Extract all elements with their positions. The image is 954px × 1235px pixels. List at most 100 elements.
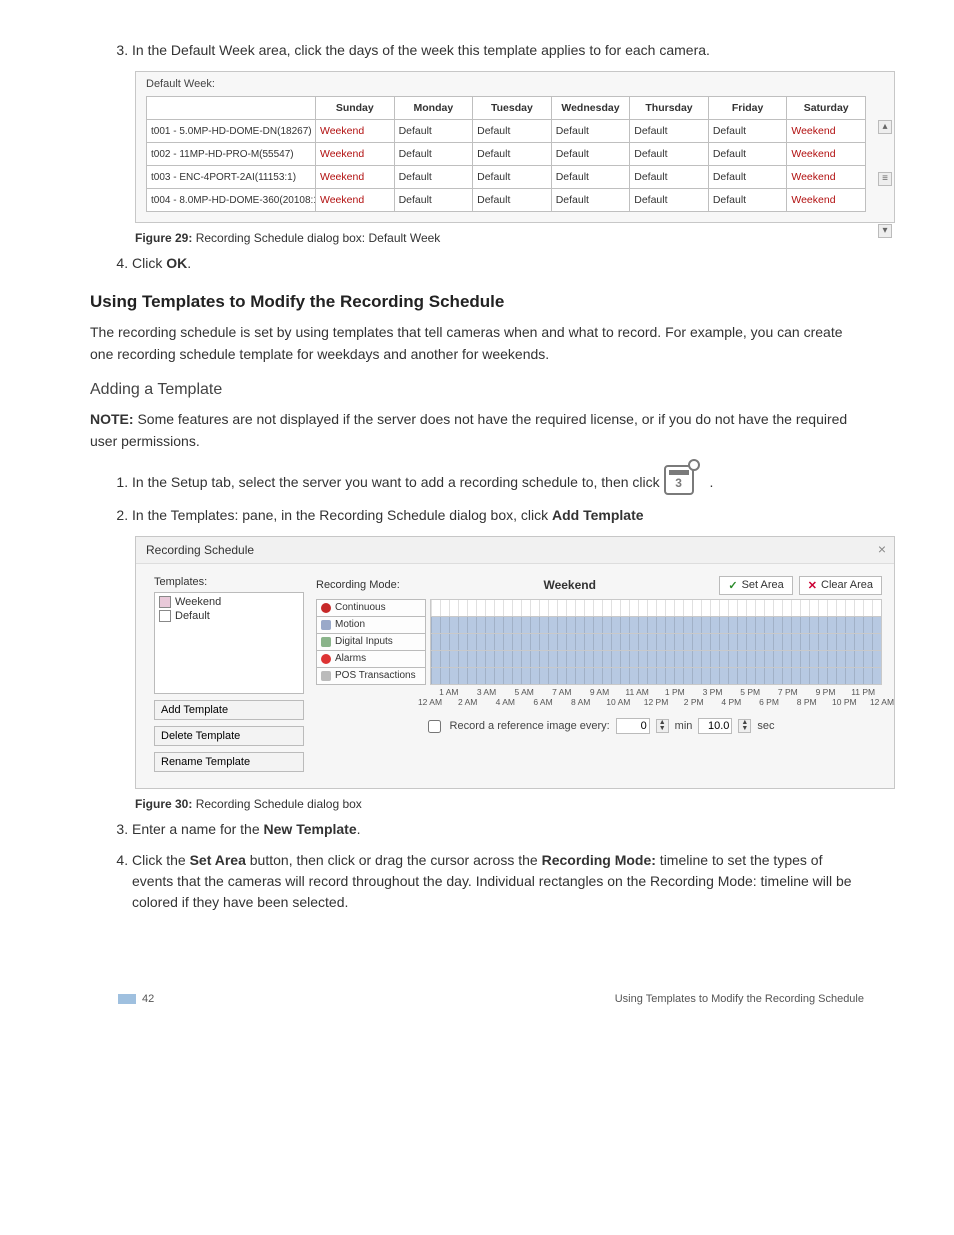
min-spinner[interactable]: ▲▼ (656, 719, 669, 733)
timeline-row[interactable] (430, 617, 882, 634)
camera-col-header (147, 97, 316, 120)
schedule-cell[interactable]: Default (708, 166, 787, 189)
delete-template-button[interactable]: Delete Template (154, 726, 304, 746)
day-header: Wednesday (551, 97, 630, 120)
timeline[interactable]: 1 AM3 AM5 AM7 AM9 AM11 AM1 PM3 PM5 PM7 P… (430, 599, 882, 709)
axis-tick: 9 PM (816, 687, 836, 697)
step-3: In the Default Week area, click the days… (132, 40, 864, 61)
schedule-cell[interactable]: Weekend (316, 143, 395, 166)
footer-accent-icon (118, 994, 136, 1004)
schedule-cell[interactable]: Default (630, 120, 709, 143)
step-c1: In the Setup tab, select the server you … (132, 465, 864, 495)
scroll-thumb-icon[interactable]: ≡ (878, 172, 892, 186)
day-header: Monday (394, 97, 473, 120)
scroll-down-icon[interactable]: ▾ (878, 224, 892, 238)
axis-tick: 11 PM (851, 687, 875, 697)
day-header: Thursday (630, 97, 709, 120)
step-d3: Enter a name for the New Template. (132, 819, 864, 840)
steps-d: Enter a name for the New Template. Click… (90, 819, 864, 913)
timeline-row[interactable] (430, 651, 882, 668)
schedule-cell[interactable]: Weekend (787, 189, 866, 212)
step-c2: In the Templates: pane, in the Recording… (132, 505, 864, 526)
ref-sec-input[interactable] (698, 718, 732, 734)
schedule-cell[interactable]: Default (551, 189, 630, 212)
set-area-button[interactable]: ✓Set Area (719, 576, 792, 595)
mode-label-motion: Motion (316, 617, 426, 634)
schedule-cell[interactable]: Weekend (316, 120, 395, 143)
axis-tick: 12 AM (870, 697, 894, 707)
schedule-cell[interactable]: Default (551, 120, 630, 143)
axis-tick: 3 PM (703, 687, 723, 697)
rename-template-button[interactable]: Rename Template (154, 752, 304, 772)
clear-area-button[interactable]: ✕Clear Area (799, 576, 882, 595)
reference-image-checkbox[interactable] (428, 720, 441, 733)
templates-list[interactable]: WeekendDefault (154, 592, 304, 694)
schedule-cell[interactable]: Default (394, 166, 473, 189)
axis-tick: 7 AM (552, 687, 571, 697)
templates-label: Templates: (154, 576, 304, 588)
schedule-cell[interactable]: Default (551, 166, 630, 189)
note-paragraph: NOTE: Some features are not displayed if… (90, 409, 864, 452)
template-swatch-icon (159, 610, 171, 622)
mode-label-digital-inputs: Digital Inputs (316, 634, 426, 651)
footer-section-title: Using Templates to Modify the Recording … (615, 993, 864, 1005)
add-template-button[interactable]: Add Template (154, 700, 304, 720)
default-week-title: Default Week: (146, 78, 884, 90)
camera-name-cell: t001 - 5.0MP-HD-DOME-DN(18267) (147, 120, 316, 143)
scroll-up-icon[interactable]: ▴ (878, 120, 892, 134)
schedule-cell[interactable]: Weekend (316, 166, 395, 189)
sec-spinner[interactable]: ▲▼ (738, 719, 751, 733)
schedule-cell[interactable]: Default (394, 143, 473, 166)
axis-tick: 12 PM (644, 697, 669, 707)
day-header: Sunday (316, 97, 395, 120)
schedule-cell[interactable]: Weekend (316, 189, 395, 212)
steps-a: In the Default Week area, click the days… (90, 40, 864, 61)
schedule-cell[interactable]: Default (708, 189, 787, 212)
schedule-editor: Recording Mode: Weekend ✓Set Area ✕Clear… (316, 576, 882, 772)
section-heading: Using Templates to Modify the Recording … (90, 292, 864, 312)
scrollbar[interactable]: ▴ ≡ ▾ (878, 120, 892, 276)
schedule-cell[interactable]: Default (394, 120, 473, 143)
schedule-cell[interactable]: Default (473, 166, 552, 189)
templates-pane: Templates: WeekendDefault Add Template De… (154, 576, 304, 772)
timeline-axis: 1 AM3 AM5 AM7 AM9 AM11 AM1 PM3 PM5 PM7 P… (430, 687, 882, 709)
reference-image-row: Record a reference image every: ▲▼ min ▲… (316, 717, 882, 736)
figure-29-caption: Figure 29: Recording Schedule dialog box… (135, 231, 864, 245)
schedule-cell[interactable]: Default (473, 189, 552, 212)
schedule-cell[interactable]: Default (630, 143, 709, 166)
ic-grey-icon (321, 671, 331, 681)
schedule-cell[interactable]: Default (394, 189, 473, 212)
ic-alarm-icon (321, 654, 331, 664)
steps-b: Click OK. (90, 253, 864, 274)
schedule-cell[interactable]: Weekend (787, 120, 866, 143)
schedule-cell[interactable]: Default (473, 120, 552, 143)
ref-min-input[interactable] (616, 718, 650, 734)
timeline-row[interactable] (430, 599, 882, 617)
timeline-row[interactable] (430, 634, 882, 651)
schedule-cell[interactable]: Default (630, 189, 709, 212)
schedule-cell[interactable]: Default (708, 120, 787, 143)
axis-tick: 12 AM (418, 697, 442, 707)
mode-labels: ContinuousMotionDigital InputsAlarmsPOS … (316, 599, 426, 709)
schedule-cell[interactable]: Default (551, 143, 630, 166)
current-template-title: Weekend (426, 578, 713, 592)
schedule-cell[interactable]: Default (630, 166, 709, 189)
schedule-cell[interactable]: Default (473, 143, 552, 166)
template-item[interactable]: Weekend (157, 595, 301, 609)
page-number: 42 (118, 993, 154, 1005)
axis-tick: 11 AM (625, 687, 648, 697)
figure-30-label: Figure 30: (135, 797, 192, 811)
schedule-cell[interactable]: Weekend (787, 143, 866, 166)
axis-tick: 1 PM (665, 687, 685, 697)
camera-row: t001 - 5.0MP-HD-DOME-DN(18267)WeekendDef… (147, 120, 866, 143)
axis-tick: 5 PM (740, 687, 760, 697)
figure-30-caption: Figure 30: Recording Schedule dialog box (135, 797, 864, 811)
template-item[interactable]: Default (157, 609, 301, 623)
schedule-cell[interactable]: Default (708, 143, 787, 166)
recording-schedule-dialog: Recording Schedule × Templates: WeekendD… (135, 536, 895, 789)
timeline-row[interactable] (430, 668, 882, 685)
dialog-titlebar: Recording Schedule × (136, 537, 894, 564)
close-icon[interactable]: × (878, 541, 886, 557)
reference-image-label: Record a reference image every: (450, 720, 610, 732)
schedule-cell[interactable]: Weekend (787, 166, 866, 189)
